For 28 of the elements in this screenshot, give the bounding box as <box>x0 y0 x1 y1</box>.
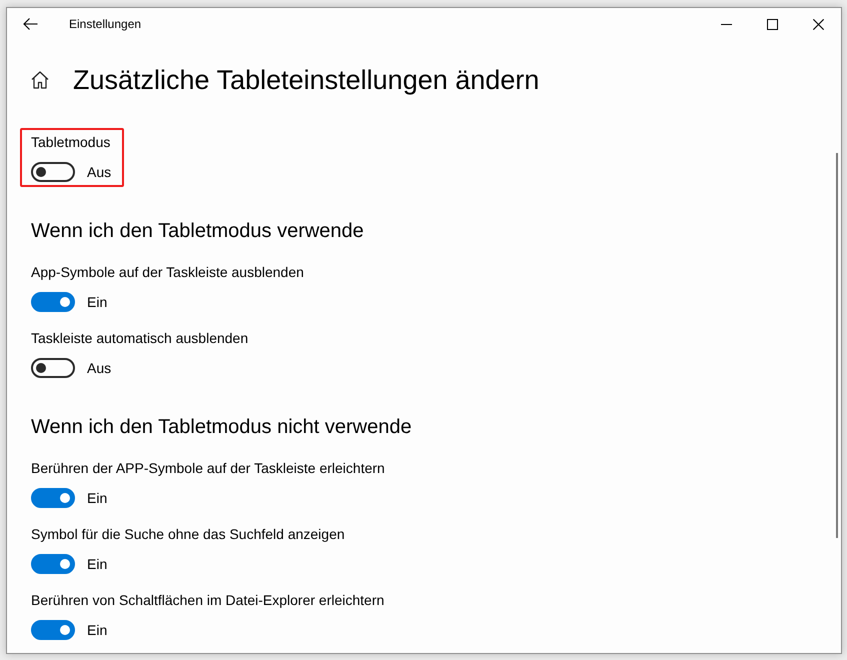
toggle-switch[interactable] <box>31 620 75 640</box>
window-title: Einstellungen <box>69 16 142 32</box>
setting-label: Berühren von Schaltflächen im Datei-Explorer erleichtern <box>31 591 384 610</box>
toggle-switch[interactable] <box>31 292 75 312</box>
setting-label: Taskleiste automatisch ausblenden <box>31 329 248 348</box>
section-heading: Wenn ich den Tabletmodus verwende <box>31 219 364 244</box>
page-title: Zusätzliche Tableteinstellungen ändern <box>73 64 540 97</box>
toggle-switch[interactable] <box>31 488 75 508</box>
section-heading: Wenn ich den Tabletmodus nicht verwende <box>31 415 412 440</box>
toggle-switch[interactable] <box>31 554 75 574</box>
toggle-state-text: Aus <box>87 163 112 182</box>
scrollbar-thumb[interactable] <box>836 153 838 538</box>
toggle-state-text: Ein <box>87 489 108 508</box>
home-button[interactable] <box>31 71 49 89</box>
close-icon <box>812 18 824 30</box>
toggle-state-text: Ein <box>87 621 108 640</box>
back-arrow-icon <box>22 18 38 30</box>
setting-label: App-Symbole auf der Taskleiste ausblenden <box>31 263 304 282</box>
setting-label: Symbol für die Suche ohne das Suchfeld anzeigen <box>31 525 345 544</box>
toggle-switch[interactable] <box>31 358 75 378</box>
setting-label: Berühren der APP-Symbole auf der Taskleiste erleichtern <box>31 459 385 478</box>
toggle-state-text: Ein <box>87 293 108 312</box>
maximize-icon <box>766 18 778 30</box>
toggle-state-text: Ein <box>87 555 108 574</box>
home-icon <box>31 71 49 89</box>
setting-label: Tabletmodus <box>31 133 112 152</box>
toggle-state-text: Aus <box>87 359 112 378</box>
toggle-switch[interactable] <box>31 162 75 182</box>
